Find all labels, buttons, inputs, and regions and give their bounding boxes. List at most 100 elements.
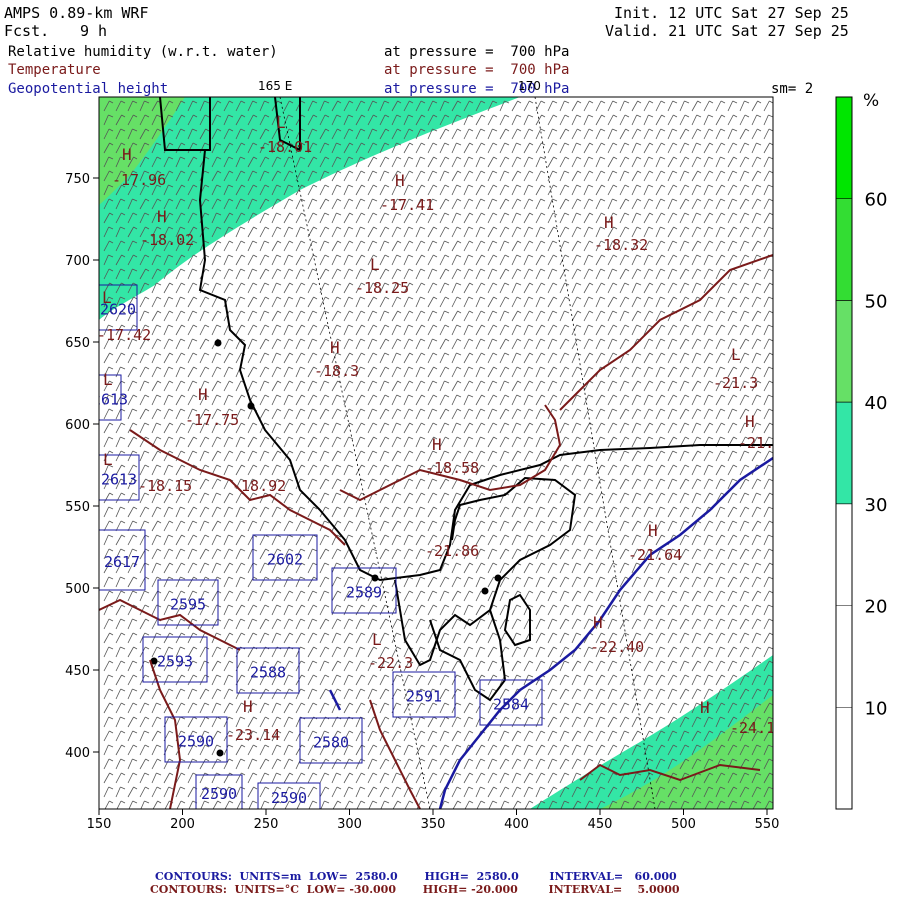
wind-barb bbox=[259, 450, 270, 462]
wind-barb bbox=[463, 142, 474, 154]
wind-barb bbox=[499, 170, 510, 182]
wind-barb bbox=[199, 702, 210, 714]
wind-barb bbox=[247, 604, 258, 616]
wind-barb bbox=[367, 338, 378, 350]
wind-barb bbox=[643, 408, 654, 420]
wind-barb bbox=[547, 758, 558, 770]
wind-barb bbox=[559, 114, 570, 126]
wind-barb bbox=[199, 660, 210, 672]
wind-barb bbox=[427, 408, 438, 420]
temperature-label: -18.58 bbox=[425, 459, 479, 477]
wind-barb bbox=[427, 758, 438, 770]
wind-barb bbox=[559, 352, 570, 364]
wind-barb bbox=[583, 240, 594, 252]
wind-barb bbox=[571, 590, 582, 602]
wind-barb bbox=[379, 450, 390, 462]
colorbar-tick-label: 10 bbox=[865, 698, 888, 719]
height-label-box: 2584 bbox=[479, 679, 543, 726]
wind-barb bbox=[307, 576, 318, 588]
wind-barb bbox=[571, 268, 582, 280]
wind-barb bbox=[415, 618, 426, 630]
wind-barb bbox=[223, 268, 234, 280]
wind-barb bbox=[547, 324, 558, 336]
wind-barb bbox=[703, 212, 714, 224]
wind-barb bbox=[619, 268, 630, 280]
wind-barb bbox=[223, 338, 234, 350]
wind-barb bbox=[379, 702, 390, 714]
wind-barb bbox=[199, 352, 210, 364]
wind-barb bbox=[319, 268, 330, 280]
wind-barb bbox=[691, 618, 702, 630]
wind-barb bbox=[727, 618, 738, 630]
wind-barb bbox=[331, 660, 342, 672]
wind-barb bbox=[175, 324, 186, 336]
wind-barb bbox=[391, 240, 402, 252]
wind-barb bbox=[595, 492, 606, 504]
wind-barb bbox=[379, 674, 390, 686]
wind-barb bbox=[283, 198, 294, 210]
wind-barb bbox=[283, 282, 294, 294]
wind-barb bbox=[331, 506, 342, 518]
wind-barb bbox=[583, 618, 594, 630]
wind-barb bbox=[487, 730, 498, 742]
wind-barb bbox=[559, 674, 570, 686]
wind-barb bbox=[247, 758, 258, 770]
height-label: 2591 bbox=[406, 688, 442, 706]
wind-barb bbox=[619, 674, 630, 686]
wind-barb bbox=[727, 198, 738, 210]
height-label: 2593 bbox=[157, 653, 193, 671]
wind-barb bbox=[343, 198, 354, 210]
wind-barb bbox=[139, 310, 150, 322]
wind-barb bbox=[535, 702, 546, 714]
wind-barb bbox=[403, 142, 414, 154]
wind-barb bbox=[343, 268, 354, 280]
wind-barb bbox=[523, 324, 534, 336]
wind-barb bbox=[559, 744, 570, 756]
wind-barb bbox=[727, 100, 738, 112]
high-marker: H bbox=[604, 213, 614, 232]
wind-barb bbox=[499, 758, 510, 770]
wind-barb bbox=[439, 590, 450, 602]
temp-contour bbox=[369, 699, 421, 809]
wind-barb bbox=[415, 212, 426, 224]
wind-barb bbox=[619, 212, 630, 224]
wind-barb bbox=[667, 142, 678, 154]
wind-barb bbox=[439, 716, 450, 728]
wind-barb bbox=[139, 590, 150, 602]
wind-barb bbox=[259, 632, 270, 644]
wind-barb bbox=[751, 240, 762, 252]
wind-barb bbox=[163, 674, 174, 686]
wind-barb bbox=[415, 436, 426, 448]
wind-barb bbox=[319, 338, 330, 350]
wind-barb bbox=[175, 282, 186, 294]
wind-barb bbox=[487, 646, 498, 658]
wind-barb bbox=[475, 506, 486, 518]
wind-barb bbox=[679, 366, 690, 378]
wind-barb bbox=[151, 464, 162, 476]
wind-barb bbox=[415, 520, 426, 532]
wind-barb bbox=[727, 394, 738, 406]
wind-barb bbox=[571, 562, 582, 574]
temperature-label: -18.92 bbox=[232, 477, 286, 495]
wind-barb bbox=[319, 646, 330, 658]
wind-barb bbox=[487, 338, 498, 350]
wind-barb bbox=[619, 408, 630, 420]
wind-barb bbox=[499, 534, 510, 546]
wind-barb bbox=[427, 604, 438, 616]
wind-barb bbox=[619, 688, 630, 700]
wind-barb bbox=[307, 702, 318, 714]
wind-barb bbox=[739, 128, 750, 140]
wind-barb bbox=[403, 240, 414, 252]
wind-barb bbox=[691, 254, 702, 266]
wind-barb bbox=[739, 534, 750, 546]
wind-barb bbox=[211, 716, 222, 728]
wind-barb bbox=[667, 590, 678, 602]
wind-barb bbox=[643, 506, 654, 518]
y-tick-label: 650 bbox=[65, 336, 90, 351]
wind-barb bbox=[535, 786, 546, 798]
wind-barb bbox=[763, 380, 773, 392]
wind-barb bbox=[103, 758, 114, 770]
wind-barb bbox=[667, 674, 678, 686]
wind-barb bbox=[547, 716, 558, 728]
wind-barb bbox=[643, 296, 654, 308]
